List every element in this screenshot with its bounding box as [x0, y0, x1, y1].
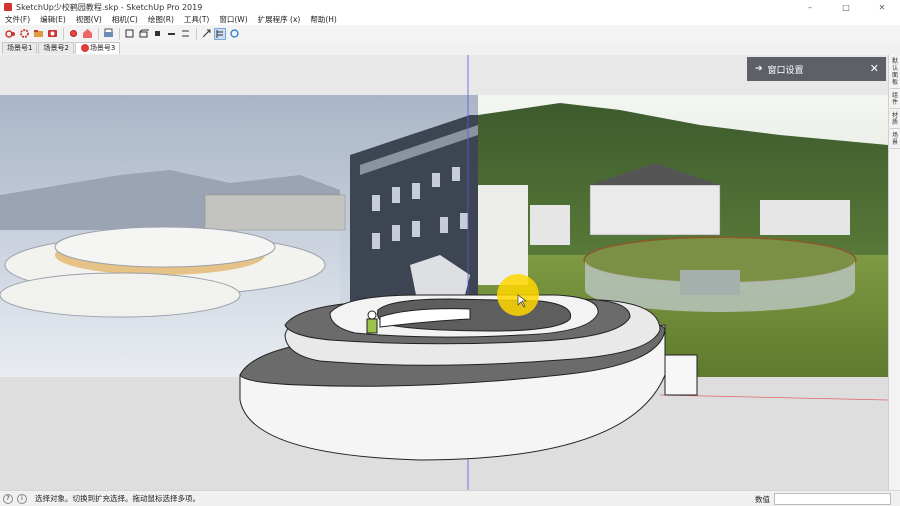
- tray-close-button[interactable]: ✕: [870, 62, 879, 75]
- arrow-right-icon: ➔: [755, 64, 763, 74]
- warehouse-icon[interactable]: [81, 28, 93, 40]
- geo-location-icon[interactable]: ?: [3, 493, 13, 504]
- status-bar: ? i 选择对象。切换到扩充选择。拖动鼠标选择多项。 数值: [0, 490, 900, 506]
- scene-canvas: [0, 55, 888, 490]
- close-window-button[interactable]: ✕: [864, 0, 900, 14]
- right-tray-tabs: 默认面板 组件 材质 场景: [888, 55, 900, 490]
- back-view-icon[interactable]: [179, 28, 191, 40]
- modeling-viewport[interactable]: [0, 55, 888, 490]
- tray-tab-default[interactable]: 默认面板: [890, 58, 900, 89]
- recording-icon: [80, 44, 89, 52]
- status-icons: ? i: [3, 493, 31, 504]
- measurements-input[interactable]: [774, 493, 891, 505]
- menu-view[interactable]: 视图(V): [71, 14, 107, 25]
- select-tool-icon[interactable]: [4, 28, 16, 40]
- paint-gear-icon[interactable]: [67, 28, 79, 40]
- open-folder-icon[interactable]: [32, 28, 44, 40]
- tray-tab-materials[interactable]: 材质: [890, 112, 900, 129]
- toolbar: [0, 25, 900, 42]
- menu-edit[interactable]: 编辑(E): [35, 14, 71, 25]
- orbit-icon[interactable]: [228, 28, 240, 40]
- title-bar: SketchUp少校鹤园教程.skp - SketchUp Pro 2019 –…: [0, 0, 900, 14]
- maximize-button[interactable]: □: [828, 0, 864, 14]
- tray-tab-components[interactable]: 组件: [890, 92, 900, 109]
- scene-tabs: 场景号1 场景号2 场景号3: [0, 42, 900, 54]
- scene-tab-2[interactable]: 场景号2: [38, 42, 74, 54]
- menu-tools[interactable]: 工具(T): [179, 14, 214, 25]
- toolbar-divider: [119, 27, 120, 40]
- right-view-icon[interactable]: [165, 28, 177, 40]
- tray-panel-header[interactable]: ➔ 窗口设置 ✕: [747, 57, 886, 81]
- measurements-box: 数值: [755, 493, 891, 505]
- scene-tab-3-label: 场景号3: [89, 44, 116, 52]
- window-controls: – □ ✕: [792, 0, 900, 14]
- menu-extensions[interactable]: 扩展程序 (x): [253, 14, 306, 25]
- minimize-button[interactable]: –: [792, 0, 828, 14]
- camera-icon[interactable]: [46, 28, 58, 40]
- sketchup-logo-icon: [4, 3, 12, 11]
- menu-file[interactable]: 文件(F): [0, 14, 35, 25]
- tray-title: 窗口设置: [767, 65, 804, 76]
- menu-window[interactable]: 窗口(W): [214, 14, 252, 25]
- settings-gear-icon[interactable]: [18, 28, 30, 40]
- toolbar-divider: [98, 27, 99, 40]
- toolbar-divider: [63, 27, 64, 40]
- front-view-icon[interactable]: [151, 28, 163, 40]
- menu-help[interactable]: 帮助(H): [305, 14, 342, 25]
- section-plane-icon[interactable]: [214, 27, 226, 40]
- tray-tab-scenes[interactable]: 场景: [890, 132, 900, 149]
- print-icon[interactable]: [102, 28, 114, 40]
- menu-draw[interactable]: 绘图(R): [143, 14, 179, 25]
- status-message: 选择对象。切换到扩充选择。拖动鼠标选择多项。: [35, 494, 200, 503]
- menu-camera[interactable]: 相机(C): [107, 14, 143, 25]
- window-title: SketchUp少校鹤园教程.skp - SketchUp Pro 2019: [16, 2, 203, 12]
- iso-view-icon[interactable]: [123, 28, 135, 40]
- top-view-icon[interactable]: [137, 28, 149, 40]
- scene-tab-1[interactable]: 场景号1: [2, 42, 38, 54]
- perspective-icon[interactable]: [200, 28, 212, 40]
- toolbar-divider: [196, 27, 197, 40]
- scene-tab-3[interactable]: 场景号3: [74, 42, 121, 54]
- credits-icon[interactable]: i: [17, 493, 27, 504]
- measurements-label: 数值: [755, 494, 770, 504]
- menu-bar: 文件(F) 编辑(E) 视图(V) 相机(C) 绘图(R) 工具(T) 窗口(W…: [0, 14, 900, 25]
